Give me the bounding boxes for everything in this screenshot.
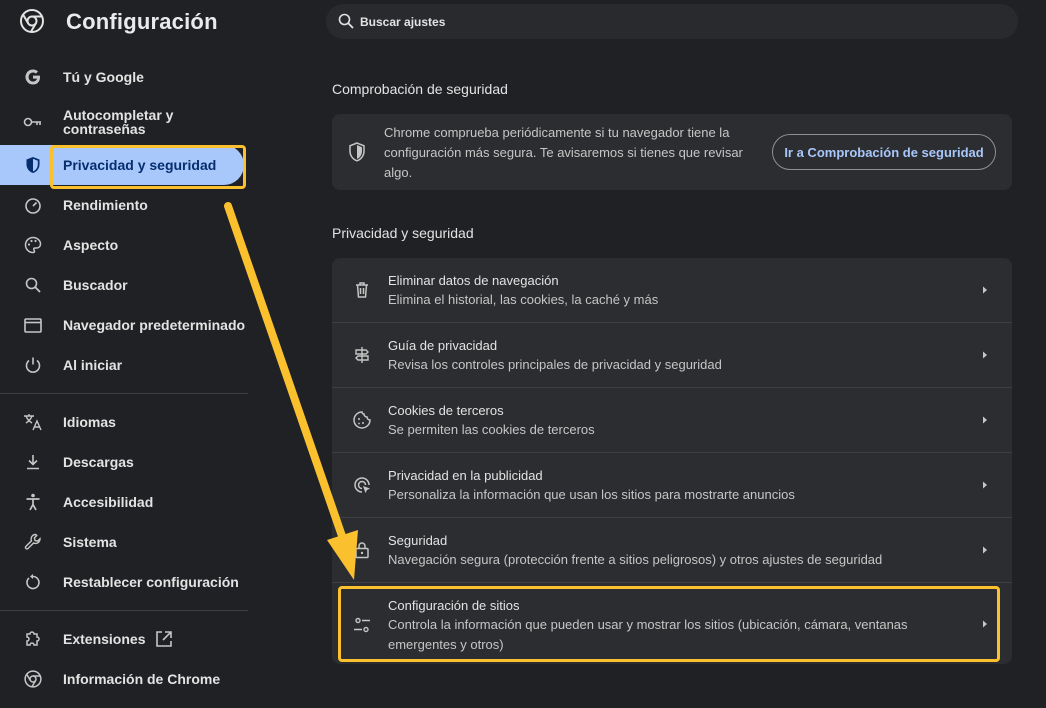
privacy-heading: Privacidad y seguridad — [332, 225, 474, 241]
tune-icon — [354, 617, 370, 633]
sidebar-item-label: Descargas — [63, 454, 134, 470]
row-subtitle: Revisa los controles principales de priv… — [388, 357, 722, 372]
reset-icon — [23, 572, 43, 592]
translate-icon — [23, 412, 43, 432]
palette-icon — [23, 235, 43, 255]
row-title: Privacidad en la publicidad — [388, 468, 543, 483]
sidebar-item-performance[interactable]: Rendimiento — [0, 185, 248, 225]
signpost-icon — [355, 347, 369, 363]
search-icon — [23, 275, 43, 295]
chrome-icon — [20, 9, 44, 33]
sidebar-item-label: Buscador — [63, 277, 128, 293]
sidebar-item-search-engine[interactable]: Buscador — [0, 265, 248, 305]
trash-icon — [356, 282, 368, 298]
sidebar-item-privacy[interactable]: Privacidad y seguridad — [0, 145, 244, 185]
app-header: Configuración — [0, 0, 250, 44]
chevron-right-icon — [983, 546, 987, 554]
row-title: Configuración de sitios — [388, 598, 520, 613]
sidebar-item-system[interactable]: Sistema — [0, 522, 248, 562]
row-subtitle: Navegación segura (protección frente a s… — [388, 552, 883, 567]
row-title: Cookies de terceros — [388, 403, 504, 418]
row-clear-browsing-data[interactable]: Eliminar datos de navegación Elimina el … — [332, 258, 1012, 323]
sidebar-item-label: Privacidad y seguridad — [63, 157, 217, 173]
sidebar: Configuración Tú y Google Autocompletar … — [0, 0, 250, 708]
open-in-new-icon — [156, 631, 172, 647]
lock-icon — [355, 542, 369, 559]
safety-check-description: Chrome comprueba periódicamente si tu na… — [384, 125, 743, 180]
chrome-icon — [23, 669, 43, 689]
accessibility-icon — [23, 492, 43, 512]
row-subtitle: Se permiten las cookies de terceros — [388, 422, 595, 437]
sidebar-item-label: Navegador predeterminado — [63, 317, 246, 333]
sidebar-item-label: Aspecto — [63, 237, 119, 253]
row-third-party-cookies[interactable]: Cookies de terceros Se permiten las cook… — [332, 388, 1012, 453]
sidebar-item-extensions[interactable]: Extensiones — [0, 619, 248, 659]
sidebar-item-label: Accesibilidad — [63, 494, 154, 510]
sidebar-item-label: Autocompletar y contraseñas — [63, 108, 173, 136]
sidebar-divider — [0, 393, 248, 394]
sidebar-item-label: Idiomas — [63, 414, 116, 430]
search-bar[interactable] — [326, 4, 1018, 39]
row-title: Guía de privacidad — [388, 338, 498, 353]
row-security[interactable]: Seguridad Navegación segura (protección … — [332, 518, 1012, 583]
row-subtitle: Elimina el historial, las cookies, la ca… — [388, 292, 659, 307]
safety-check-card: Chrome comprueba periódicamente si tu na… — [332, 114, 1012, 190]
sidebar-item-autofill[interactable]: Autocompletar y contraseñas — [0, 101, 248, 143]
cookie-icon — [353, 411, 371, 429]
download-icon — [23, 452, 43, 472]
chevron-right-icon — [983, 416, 987, 424]
row-privacy-guide[interactable]: Guía de privacidad Revisa los controles … — [332, 323, 1012, 388]
shield-icon — [23, 155, 43, 175]
sidebar-item-on-startup[interactable]: Al iniciar — [0, 345, 248, 385]
chevron-right-icon — [983, 286, 987, 294]
row-subtitle: Personaliza la información que usan los … — [388, 487, 795, 502]
sidebar-item-accessibility[interactable]: Accesibilidad — [0, 482, 248, 522]
go-to-safety-check-button[interactable]: Ir a Comprobación de seguridad — [772, 134, 996, 170]
chevron-right-icon — [983, 620, 987, 628]
browser-icon — [23, 315, 43, 335]
speedometer-icon — [23, 195, 43, 215]
sidebar-item-about-chrome[interactable]: Información de Chrome — [0, 659, 248, 699]
sidebar-item-label: Restablecer configuración — [63, 574, 239, 590]
chevron-right-icon — [983, 351, 987, 359]
sidebar-item-appearance[interactable]: Aspecto — [0, 225, 248, 265]
row-ad-privacy[interactable]: Privacidad en la publicidad Personaliza … — [332, 453, 1012, 518]
sidebar-item-default-browser[interactable]: Navegador predeterminado — [0, 305, 248, 345]
puzzle-icon — [23, 629, 43, 649]
power-icon — [23, 355, 43, 375]
chevron-right-icon — [983, 481, 987, 489]
sidebar-item-label: Sistema — [63, 534, 117, 550]
sidebar-item-label: Extensiones — [63, 631, 146, 647]
sidebar-item-reset[interactable]: Restablecer configuración — [0, 562, 248, 602]
google-icon — [23, 67, 43, 87]
row-subtitle: Controla la información que pueden usar … — [388, 617, 908, 652]
shield-icon — [349, 142, 365, 162]
sidebar-item-you-and-google[interactable]: Tú y Google — [0, 57, 248, 97]
search-icon — [338, 13, 354, 29]
sidebar-item-label: Rendimiento — [63, 197, 148, 213]
label-line-2: contraseñas — [63, 121, 146, 137]
sidebar-item-downloads[interactable]: Descargas — [0, 442, 248, 482]
sidebar-item-languages[interactable]: Idiomas — [0, 402, 248, 442]
sidebar-item-label: Información de Chrome — [63, 671, 221, 687]
row-title: Eliminar datos de navegación — [388, 273, 559, 288]
row-site-settings[interactable]: Configuración de sitios Controla la info… — [332, 583, 1012, 664]
safety-check-heading: Comprobación de seguridad — [332, 81, 508, 97]
ad-privacy-icon — [354, 477, 370, 493]
search-input[interactable] — [360, 4, 1000, 39]
privacy-list-card: Eliminar datos de navegación Elimina el … — [332, 258, 1012, 664]
page-title: Configuración — [66, 9, 218, 34]
wrench-icon — [23, 532, 43, 552]
key-icon — [23, 112, 43, 132]
row-title: Seguridad — [388, 533, 448, 548]
sidebar-item-label: Al iniciar — [63, 357, 123, 373]
sidebar-divider — [0, 610, 248, 611]
sidebar-item-label: Tú y Google — [63, 69, 144, 85]
